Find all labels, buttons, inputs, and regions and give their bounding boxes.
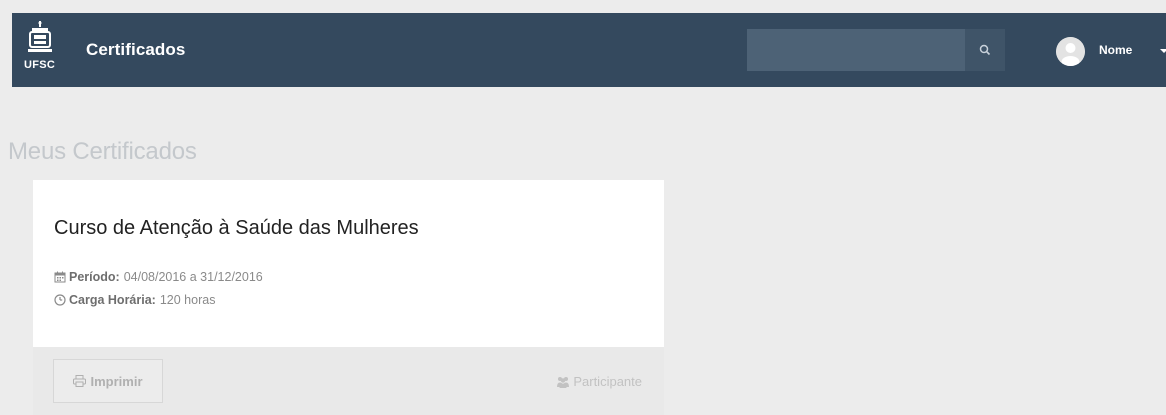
- logo-text: UFSC: [24, 59, 56, 71]
- certificate-card: Curso de Atenção à Saúde das Mulheres Pe…: [33, 180, 664, 415]
- printer-icon: [73, 375, 87, 387]
- print-button-label: Imprimir: [90, 373, 143, 389]
- search-input[interactable]: [747, 29, 965, 71]
- period-label: Período:: [69, 270, 120, 284]
- caret-down-icon[interactable]: [1160, 49, 1166, 53]
- role-badge: Participante: [556, 374, 642, 389]
- certificate-period: Período: 04/08/2016 a 31/12/2016: [54, 270, 263, 284]
- search-button[interactable]: [965, 29, 1005, 71]
- role-label: Participante: [573, 374, 642, 389]
- top-navbar: UFSC Certificados Nome: [12, 13, 1166, 87]
- certificate-hours: Carga Horária: 120 horas: [54, 293, 215, 307]
- page-title: Meus Certificados: [8, 138, 197, 165]
- clock-icon: [54, 294, 66, 306]
- user-avatar-icon: [1056, 37, 1085, 66]
- print-button[interactable]: Imprimir: [53, 359, 163, 403]
- user-name-dropdown[interactable]: Nome: [1099, 43, 1132, 57]
- brand-title[interactable]: Certificados: [86, 40, 185, 60]
- search-icon: [979, 44, 991, 56]
- users-icon: [557, 376, 570, 388]
- period-value: 04/08/2016 a 31/12/2016: [123, 270, 263, 284]
- hours-label: Carga Horária:: [69, 293, 156, 307]
- calendar-icon: [54, 271, 66, 283]
- user-avatar[interactable]: [1056, 37, 1085, 66]
- hours-value: 120 horas: [159, 293, 216, 307]
- certificate-title: Curso de Atenção à Saúde das Mulheres: [54, 217, 419, 239]
- certificate-card-footer: Imprimir Participante: [33, 347, 664, 415]
- ufsc-logo[interactable]: UFSC: [22, 21, 58, 77]
